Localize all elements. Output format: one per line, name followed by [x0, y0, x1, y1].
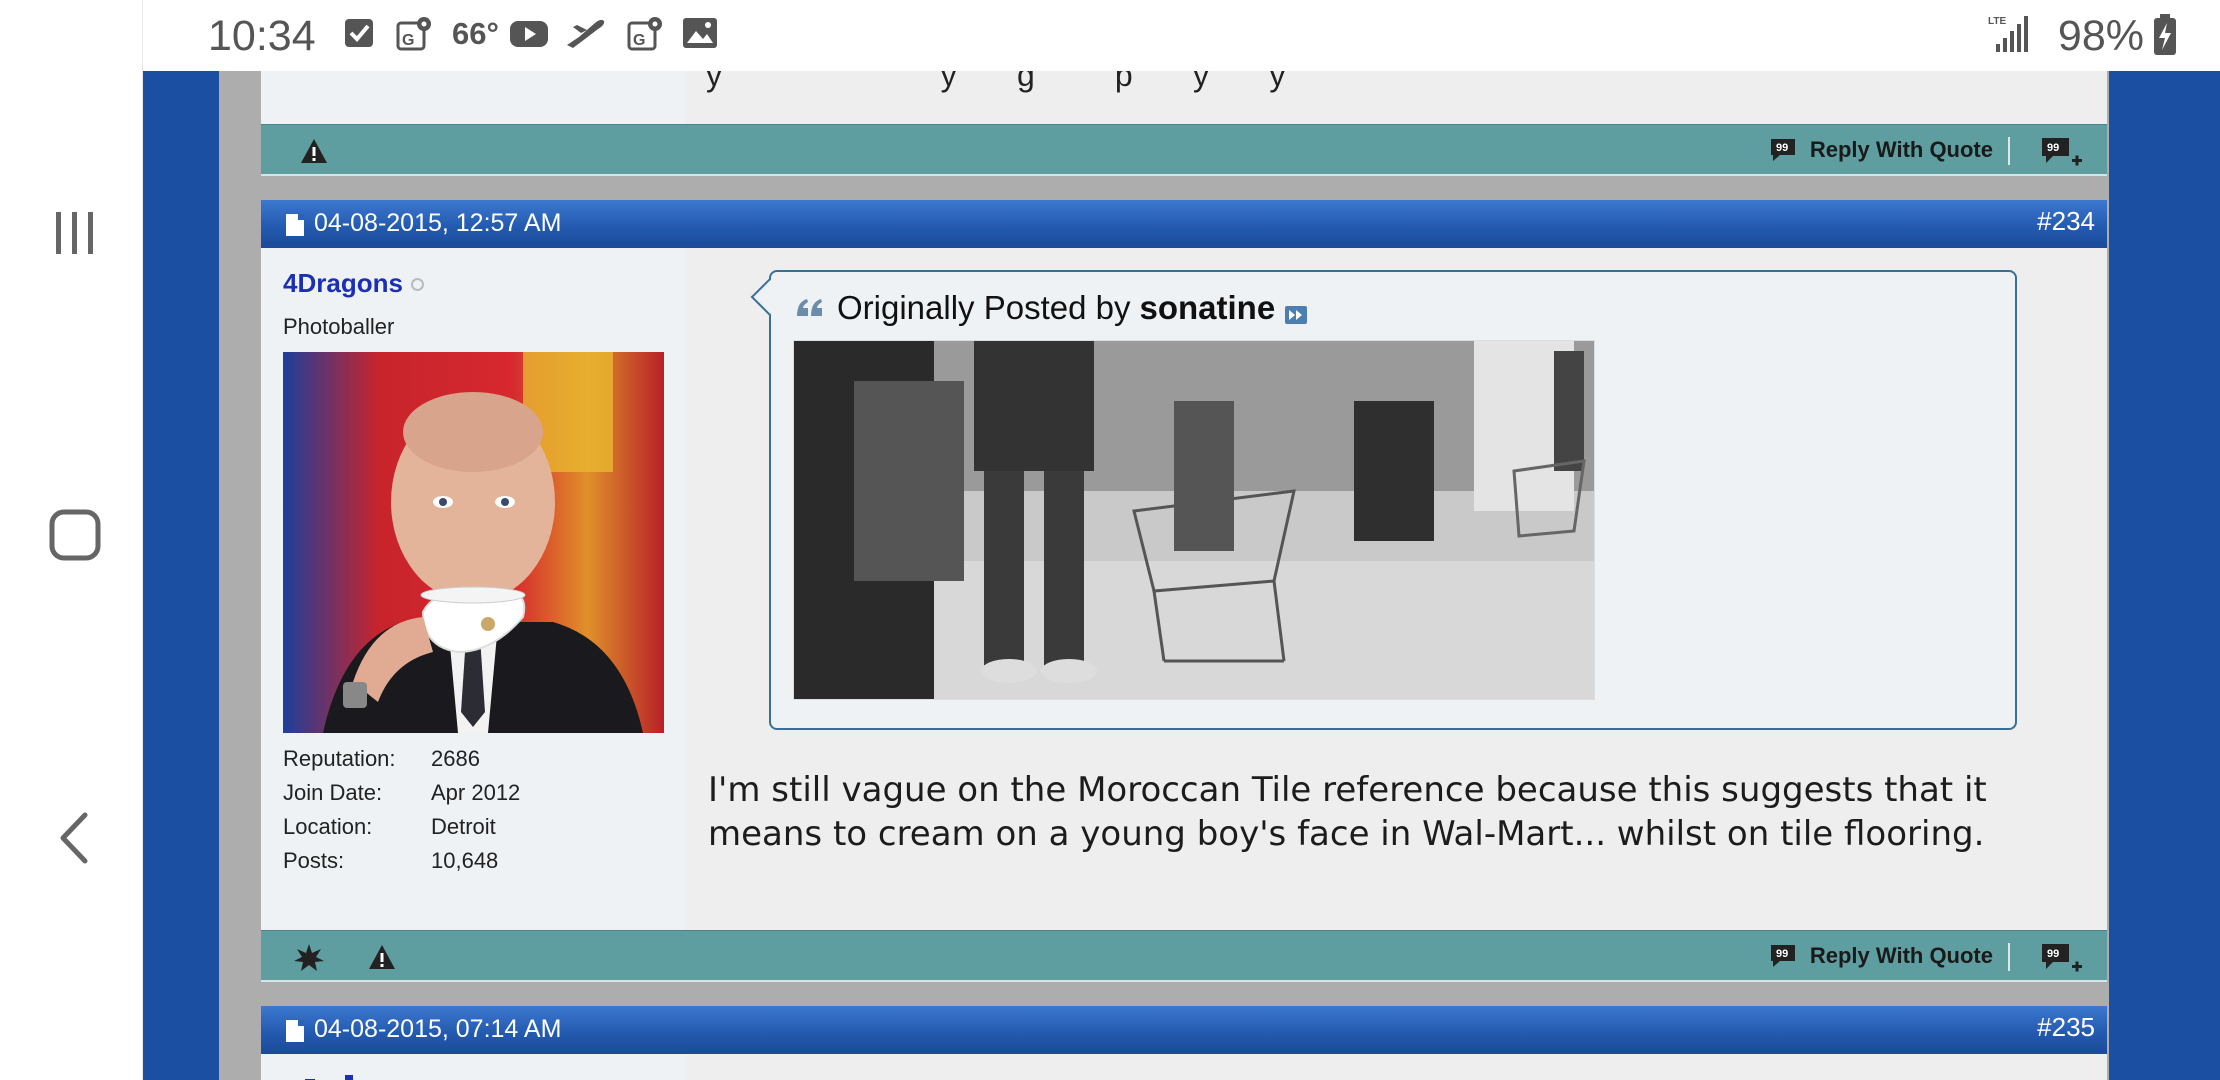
next-post: 04-08-2015, 07:14 AM #235 [261, 1006, 2107, 1080]
username-link[interactable]: 4Dragons [283, 268, 403, 299]
post-date: 04-08-2015, 12:57 AM [314, 209, 562, 237]
user-stats: Reputation: 2686 Join Date: Apr 2012 Loc… [283, 742, 520, 878]
checkbox-icon [343, 15, 375, 56]
offline-status-icon [411, 278, 424, 291]
next-message-panel [686, 1054, 2107, 1080]
quote-prefix: Originally Posted by [837, 289, 1131, 326]
previous-post: y y g p y y 99 Reply With Quote 99 [261, 71, 2107, 177]
quote-arrow [750, 278, 788, 316]
stat-label: Location: [283, 814, 373, 839]
home-icon[interactable] [40, 500, 110, 570]
maps-icon: G [627, 15, 663, 58]
footer-divider [2008, 137, 2010, 165]
avatar[interactable] [283, 352, 664, 733]
network-type: LTE [1988, 16, 2006, 27]
stat-value: Apr 2012 [431, 780, 521, 805]
stat-posts: Posts: 10,648 [283, 844, 520, 878]
stat-label: Posts: [283, 848, 345, 873]
svg-text:99: 99 [2047, 948, 2059, 960]
status-bar: 10:34 G 66° G LTE 98% [143, 0, 2220, 71]
reply-with-quote-button[interactable]: 99 Reply With Quote [1768, 943, 2011, 969]
post-date: 04-08-2015, 07:14 AM [314, 1015, 562, 1043]
reply-with-quote-label: Reply With Quote [1809, 943, 1993, 968]
youtube-icon [509, 15, 549, 56]
quote-block: Originally Posted by sonatine [750, 270, 2017, 730]
reply-with-quote-button[interactable]: 99 Reply With Quote [1768, 137, 2011, 163]
user-title: Photoballer [283, 314, 395, 339]
cut-off-text: y y g p y y [706, 71, 1287, 93]
reply-quote-icon: 99 [1770, 139, 1795, 161]
quote-icon [797, 299, 822, 316]
svg-text:99: 99 [2047, 142, 2059, 154]
weather-temperature: 66° [452, 16, 499, 51]
forum-post: 04-08-2015, 12:57 AM #234 4Dragons Photo… [261, 200, 2107, 983]
stat-value: Detroit [431, 814, 496, 839]
back-icon[interactable] [40, 803, 110, 873]
clock: 10:34 [208, 12, 316, 60]
stat-location: Location: Detroit [283, 810, 520, 844]
signal-icon: LTE [1988, 14, 2030, 59]
report-icon[interactable] [299, 137, 329, 170]
post-number-link[interactable]: #234 [2037, 206, 2095, 237]
stat-value: 10,648 [431, 848, 499, 873]
quote-header: Originally Posted by sonatine [795, 284, 1308, 332]
view-post-icon[interactable] [1285, 294, 1308, 332]
report-icon[interactable] [367, 943, 397, 976]
svg-text:99: 99 [1776, 142, 1788, 154]
previous-post-footer: 99 Reply With Quote 99 [261, 124, 2107, 176]
svg-text:G: G [633, 32, 645, 49]
post-document-icon [286, 1020, 304, 1042]
post-document-icon [286, 214, 304, 236]
battery-charging-icon [2152, 14, 2178, 61]
stat-label: Reputation: [283, 746, 396, 771]
post-header: 04-08-2015, 12:57 AM #234 [261, 200, 2107, 248]
stat-label: Join Date: [283, 780, 383, 805]
quote-author: sonatine [1139, 289, 1276, 326]
navigation-bar [0, 0, 143, 1080]
svg-text:99: 99 [1776, 948, 1788, 960]
quoted-gif-image[interactable] [793, 340, 1595, 700]
stat-join-date: Join Date: Apr 2012 [283, 776, 520, 810]
stat-value: 2686 [431, 746, 480, 771]
user-info-panel: 4Dragons Photoballer Reputation: 2686 Jo… [261, 248, 686, 930]
recents-icon[interactable] [40, 198, 110, 268]
post-footer: 99 Reply With Quote 99 [261, 930, 2107, 982]
post-message: I'm still vague on the Moroccan Tile ref… [708, 770, 1987, 854]
footer-divider [2008, 943, 2010, 971]
battery-percentage: 98% [2057, 12, 2144, 60]
next-user-panel [261, 1054, 686, 1080]
post-number-link[interactable]: #235 [2037, 1012, 2095, 1043]
previous-message-panel: y y g p y y [686, 71, 2107, 125]
previous-user-panel [261, 71, 686, 125]
reply-with-quote-label: Reply With Quote [1809, 137, 1993, 162]
svg-text:G: G [402, 32, 414, 49]
maps-icon: G [396, 15, 432, 58]
reputation-icon[interactable] [293, 943, 325, 978]
multi-quote-icon[interactable]: 99 [2039, 941, 2085, 980]
reply-quote-icon: 99 [1770, 945, 1795, 967]
multi-quote-icon[interactable]: 99 [2039, 135, 2085, 174]
message-panel: Originally Posted by sonatine I'm still … [686, 248, 2107, 930]
gallery-icon [681, 15, 719, 56]
next-username-cut[interactable] [283, 1074, 393, 1080]
flight-icon [565, 15, 607, 56]
stat-reputation: Reputation: 2686 [283, 742, 520, 776]
post-header: 04-08-2015, 07:14 AM #235 [261, 1006, 2107, 1054]
